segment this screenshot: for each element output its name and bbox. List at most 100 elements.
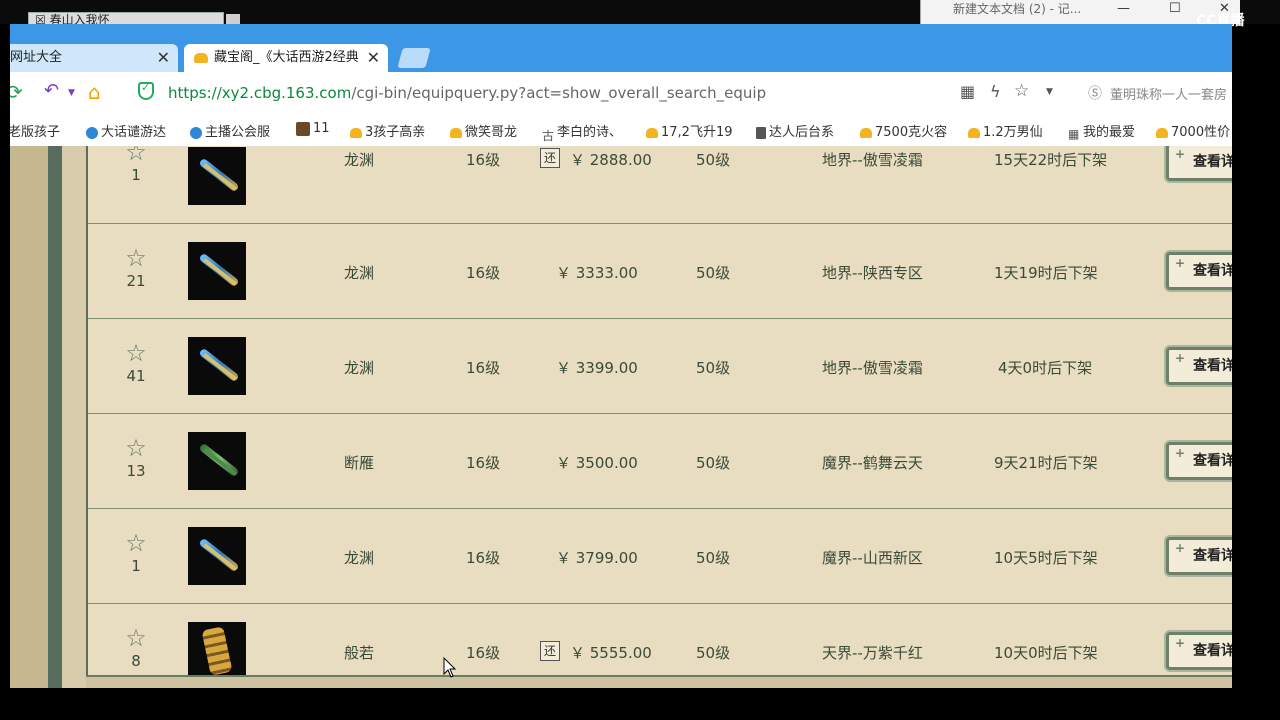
notepad-window-titlebar[interactable]: 新建文本文档 (2) - 记... — ☐ ✕ (920, 0, 1240, 24)
equipment-thumbnail[interactable] (188, 242, 246, 300)
view-details-button[interactable]: 查看详情 (1166, 537, 1232, 575)
equipment-name: 断雁 (344, 454, 375, 472)
bookmark-item[interactable]: 3孩子高亲 (350, 121, 425, 140)
search-engine-icon[interactable]: Ⓢ (1088, 83, 1102, 103)
equipment-name: 般若 (344, 644, 375, 662)
required-level: 50级 (696, 454, 731, 472)
tab-url-directory[interactable]: 网址大全 ✕ (10, 44, 178, 72)
required-level: 50级 (696, 549, 731, 567)
equipment-level: 16级 (466, 454, 501, 472)
view-details-button[interactable]: 查看详情 (1166, 252, 1232, 290)
favorite-cell[interactable]: ☆ 1 (122, 146, 150, 184)
equipment-name: 龙渊 (344, 264, 375, 282)
security-shield-icon[interactable] (138, 81, 154, 100)
favorite-cell[interactable]: ☆ 1 (122, 531, 150, 575)
page-footer-area (86, 677, 1232, 688)
search-suggestion[interactable]: 董明珠称一人一套房 (1110, 84, 1227, 103)
equipment-thumbnail[interactable] (188, 527, 246, 585)
view-details-button[interactable]: 查看详情 (1166, 442, 1232, 480)
table-row[interactable]: ☆ 1 龙渊 16级 还 ￥ 2888.00 50级 地界--傲雪凌霜 15天2… (88, 146, 1232, 224)
time-left: 10天5时后下架 (994, 549, 1098, 567)
bookmark-item[interactable]: 古李白的诗、 (542, 121, 622, 143)
server: 魔界--鹤舞云天 (822, 454, 923, 472)
favorite-cell[interactable]: ☆ 8 (122, 626, 150, 670)
equipment-level: 16级 (466, 549, 501, 567)
chevron-down-icon[interactable]: ▼ (1046, 87, 1053, 97)
favorite-count: 1 (131, 557, 141, 575)
qr-code-icon[interactable]: ▦ (960, 82, 975, 101)
thumbnail-icon (296, 121, 310, 136)
bookmark-item[interactable]: 大话谴游达 (86, 121, 166, 140)
favorite-count: 13 (126, 462, 146, 480)
favorite-cell[interactable]: ☆ 41 (122, 341, 150, 385)
server: 魔界--山西新区 (822, 549, 923, 567)
star-outline-icon[interactable]: ☆ (122, 146, 150, 164)
equipment-list: ☆ 1 龙渊 16级 还 ￥ 2888.00 50级 地界--傲雪凌霜 15天2… (86, 146, 1232, 688)
close-icon[interactable]: ✕ (367, 44, 380, 72)
new-tab-button[interactable] (397, 48, 431, 68)
equipment-thumbnail[interactable] (188, 622, 246, 680)
apps-grid-icon: ▦ (1068, 126, 1080, 141)
url-field[interactable]: https://xy2.cbg.163.com/cgi-bin/equipque… (168, 84, 766, 102)
favorite-cell[interactable]: ☆ 21 (122, 246, 150, 290)
equipment-level: 16级 (466, 151, 501, 169)
maximize-icon[interactable]: ☐ (1169, 0, 1181, 18)
favorite-cell[interactable]: ☆ 13 (122, 436, 150, 480)
cangbaoge-icon (350, 127, 362, 138)
star-outline-icon[interactable]: ☆ (122, 436, 150, 460)
address-bar: ⟳ ↶ ▼ ⌂ https://xy2.cbg.163.com/cgi-bin/… (10, 72, 1232, 115)
cangbaoge-icon (450, 127, 462, 138)
favorite-count: 8 (131, 652, 141, 670)
equipment-level: 16级 (466, 264, 501, 282)
table-row[interactable]: ☆ 13 断雁 16级 ￥ 3500.00 50级 魔界--鹤舞云天 9天21时… (88, 414, 1232, 509)
star-outline-icon[interactable]: ☆ (122, 531, 150, 555)
server: 地界--陕西专区 (822, 264, 923, 282)
returnable-icon: 还 (540, 148, 560, 168)
equipment-thumbnail[interactable] (188, 337, 246, 395)
favorite-count: 41 (126, 367, 146, 385)
refresh-icon[interactable]: ⟳ (10, 80, 23, 104)
cangbaoge-icon (968, 127, 980, 138)
time-left: 9天21时后下架 (994, 454, 1098, 472)
star-outline-icon[interactable]: ☆ (122, 246, 150, 270)
lightning-icon[interactable]: ϟ (990, 82, 1001, 101)
bookmark-item[interactable]: 17,2飞升19 (646, 121, 733, 140)
time-left: 10天0时后下架 (994, 644, 1098, 662)
bookmark-item[interactable]: 主播公会服 (190, 121, 270, 140)
equipment-level: 16级 (466, 644, 501, 662)
cangbaoge-icon (646, 127, 658, 138)
bookmark-item[interactable]: 微笑哥龙 (450, 121, 517, 140)
view-details-button[interactable]: 查看详情 (1166, 146, 1232, 181)
document-icon (756, 126, 766, 139)
table-row[interactable]: ☆ 1 龙渊 16级 ￥ 3799.00 50级 魔界--山西新区 10天5时后… (88, 509, 1232, 604)
home-icon[interactable]: ⌂ (88, 80, 101, 104)
equipment-thumbnail[interactable] (188, 432, 246, 490)
bookmark-item[interactable]: 达人后台系 (756, 121, 834, 140)
bookmark-item[interactable]: ▦ 我的最爱 (1068, 121, 1135, 141)
time-left: 1天19时后下架 (994, 264, 1098, 282)
mouse-cursor-icon (443, 656, 457, 679)
minimize-icon[interactable]: — (1117, 0, 1130, 18)
chevron-down-icon[interactable]: ▼ (68, 88, 75, 98)
star-outline-icon[interactable]: ☆ (122, 341, 150, 365)
cangbaoge-icon (1156, 127, 1168, 138)
equipment-thumbnail[interactable] (188, 147, 246, 205)
tab-cangbaoge[interactable]: 藏宝阁_《大话西游2经典 ✕ (184, 44, 388, 72)
table-row[interactable]: ☆ 41 龙渊 16级 ￥ 3399.00 50级 地界--傲雪凌霜 4天0时后… (88, 319, 1232, 414)
equipment-name: 龙渊 (344, 549, 375, 567)
url-path: /cgi-bin/equipquery.py?act=show_overall_… (351, 84, 767, 102)
favorite-star-icon[interactable]: ☆ (1014, 81, 1029, 101)
close-icon[interactable]: ✕ (157, 44, 170, 72)
bookmark-item[interactable]: 1.2万男仙 (968, 121, 1043, 140)
required-level: 50级 (696, 151, 731, 169)
view-details-button[interactable]: 查看详情 (1166, 347, 1232, 385)
table-row[interactable]: ☆ 21 龙渊 16级 ￥ 3333.00 50级 地界--陕西专区 1天19时… (88, 224, 1232, 319)
bookmark-item[interactable]: 7500克火容 (860, 121, 947, 140)
bookmark-item[interactable]: 11 (296, 121, 330, 136)
page-left-decoration (10, 146, 86, 688)
bookmark-item[interactable]: 7000性价 (1156, 121, 1230, 140)
star-outline-icon[interactable]: ☆ (122, 626, 150, 650)
bookmark-item[interactable]: 老版孩子 (10, 121, 60, 140)
undo-close-icon[interactable]: ↶ (44, 80, 59, 101)
view-details-button[interactable]: 查看详情 (1166, 632, 1232, 670)
